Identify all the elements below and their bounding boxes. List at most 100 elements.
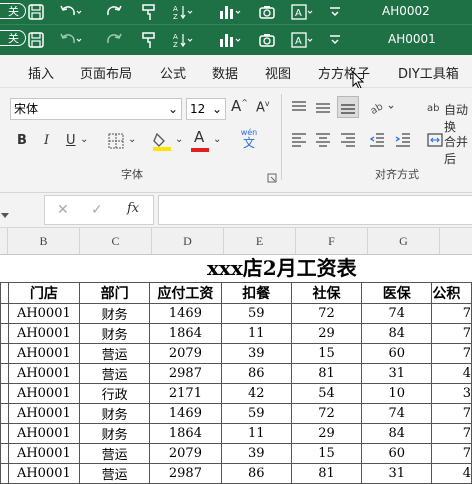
header-cell[interactable]: 社保 [290,282,363,304]
header-cell[interactable]: 应付工资 [149,282,222,304]
table-cell[interactable]: 财务 [78,303,151,324]
table-cell[interactable]: 1864 [149,423,222,444]
table-cell[interactable]: 营运 [78,343,151,364]
header-cell[interactable]: 扣餐 [220,282,292,304]
table-cell[interactable]: 10 [361,383,433,404]
chevron-down-icon[interactable]: ⌄ [175,134,183,145]
table-cell[interactable]: 72 [290,403,363,424]
table-cell[interactable]: AH0001 [7,463,81,484]
table-cell[interactable]: AH0001 [7,343,81,364]
menu-formulas[interactable]: 公式 [160,63,186,82]
chart-icon[interactable] [218,3,241,21]
table-cell[interactable]: 42 [220,383,292,404]
camera-icon[interactable] [258,31,278,49]
table-cell[interactable]: 60 [361,343,433,364]
table-cell[interactable]: AH0001 [7,303,81,324]
cancel-icon[interactable]: ✕ [57,202,69,218]
name-box-dropdown[interactable] [0,205,10,224]
menu-page-layout[interactable]: 页面布局 [80,63,132,82]
undo-icon[interactable] [58,3,82,21]
align-top-icon[interactable] [290,100,308,120]
table-cell[interactable]: 86 [220,363,292,384]
camera-icon[interactable] [258,3,278,21]
formula-input[interactable] [158,195,472,225]
save-icon[interactable] [27,31,47,49]
table-cell[interactable]: 15 [290,343,363,364]
text-orientation-icon[interactable]: ab [368,98,396,120]
table-cell[interactable]: 15 [290,443,363,464]
table-cell[interactable]: 81 [290,463,363,484]
table-cell[interactable]: 7 [431,423,472,444]
table-cell[interactable]: 1864 [149,323,222,344]
table-cell[interactable]: 2987 [149,463,222,484]
table-cell[interactable]: 1469 [149,303,222,324]
table-cell[interactable]: 营运 [78,363,151,384]
column-header-c[interactable]: C [80,228,152,254]
chart-icon[interactable] [218,31,241,49]
redo-icon[interactable] [106,31,126,49]
enter-icon[interactable]: ✓ [91,202,103,218]
table-cell[interactable]: 营运 [78,443,151,464]
table-cell[interactable]: 59 [220,303,292,324]
align-right-icon[interactable] [339,132,357,152]
table-cell[interactable]: 4 [431,463,472,484]
table-cell[interactable]: 财务 [78,403,151,424]
close-window-button[interactable]: 关 [0,3,26,19]
insert-function-button[interactable]: fx [127,201,139,216]
table-cell[interactable]: 3 [431,383,472,404]
wrap-text-icon[interactable]: ab [427,98,443,120]
menu-diy-toolbox[interactable]: DIY工具箱 [398,63,459,82]
table-cell[interactable]: 31 [361,463,433,484]
align-center-icon[interactable] [314,132,332,152]
menu-data[interactable]: 数据 [212,63,238,82]
table-cell[interactable]: 59 [220,403,292,424]
column-header-h[interactable] [440,228,472,254]
sheet-title[interactable]: xxx店2月工资表 [207,255,357,282]
column-header-b[interactable]: B [8,228,80,254]
format-painter-icon[interactable] [140,3,160,21]
table-cell[interactable]: AH0001 [7,383,81,404]
table-cell[interactable]: 39 [220,343,292,364]
table-cell[interactable]: AH0001 [7,403,81,424]
phonetic-button[interactable]: wén 文 [237,128,261,150]
borders-icon[interactable] [107,132,125,154]
table-cell[interactable]: 84 [361,323,433,344]
header-cell[interactable]: 公积 [431,282,472,304]
font-size-select[interactable]: 12 ⌄ [186,98,226,120]
table-cell[interactable]: 29 [290,323,363,344]
table-cell[interactable]: 31 [361,363,433,384]
wrap-text-button[interactable]: 自动换 [444,101,472,135]
table-cell[interactable]: 84 [361,423,433,444]
format-painter-icon[interactable] [140,31,160,49]
table-cell[interactable]: AH0001 [7,323,81,344]
header-cell[interactable]: 部门 [78,282,151,304]
save-icon[interactable] [27,3,47,21]
close-window-button-front[interactable]: 关 [0,30,26,46]
header-cell[interactable]: 门店 [7,282,81,304]
customize-toolbar-icon[interactable] [328,3,348,21]
table-cell[interactable]: 7 [431,443,472,464]
decrease-font-size-button[interactable]: Av [256,99,270,115]
font-name-select[interactable]: 宋体 ⌄ [10,98,182,120]
table-cell[interactable]: 86 [220,463,292,484]
column-header-e[interactable]: E [224,228,296,254]
table-cell[interactable]: 1469 [149,403,222,424]
table-cell[interactable]: 7 [431,403,472,424]
bold-button[interactable]: B [17,133,27,148]
chevron-down-icon[interactable]: ⌄ [213,134,221,145]
table-cell[interactable]: 2987 [149,363,222,384]
table-cell[interactable]: 行政 [78,383,151,404]
table-cell[interactable]: 7 [431,303,472,324]
table-cell[interactable]: 11 [220,323,292,344]
table-cell[interactable]: AH0001 [7,423,81,444]
chevron-down-icon[interactable]: ⌄ [80,134,88,145]
sort-icon[interactable]: AZ [172,31,193,49]
table-cell[interactable]: 2171 [149,383,222,404]
undo-icon[interactable] [58,31,82,49]
table-cell[interactable]: 74 [361,403,433,424]
menu-view[interactable]: 视图 [265,63,291,82]
customize-toolbar-icon[interactable] [328,31,348,49]
table-cell[interactable]: 4 [431,363,472,384]
table-cell[interactable]: 54 [290,383,363,404]
table-cell[interactable]: 72 [290,303,363,324]
